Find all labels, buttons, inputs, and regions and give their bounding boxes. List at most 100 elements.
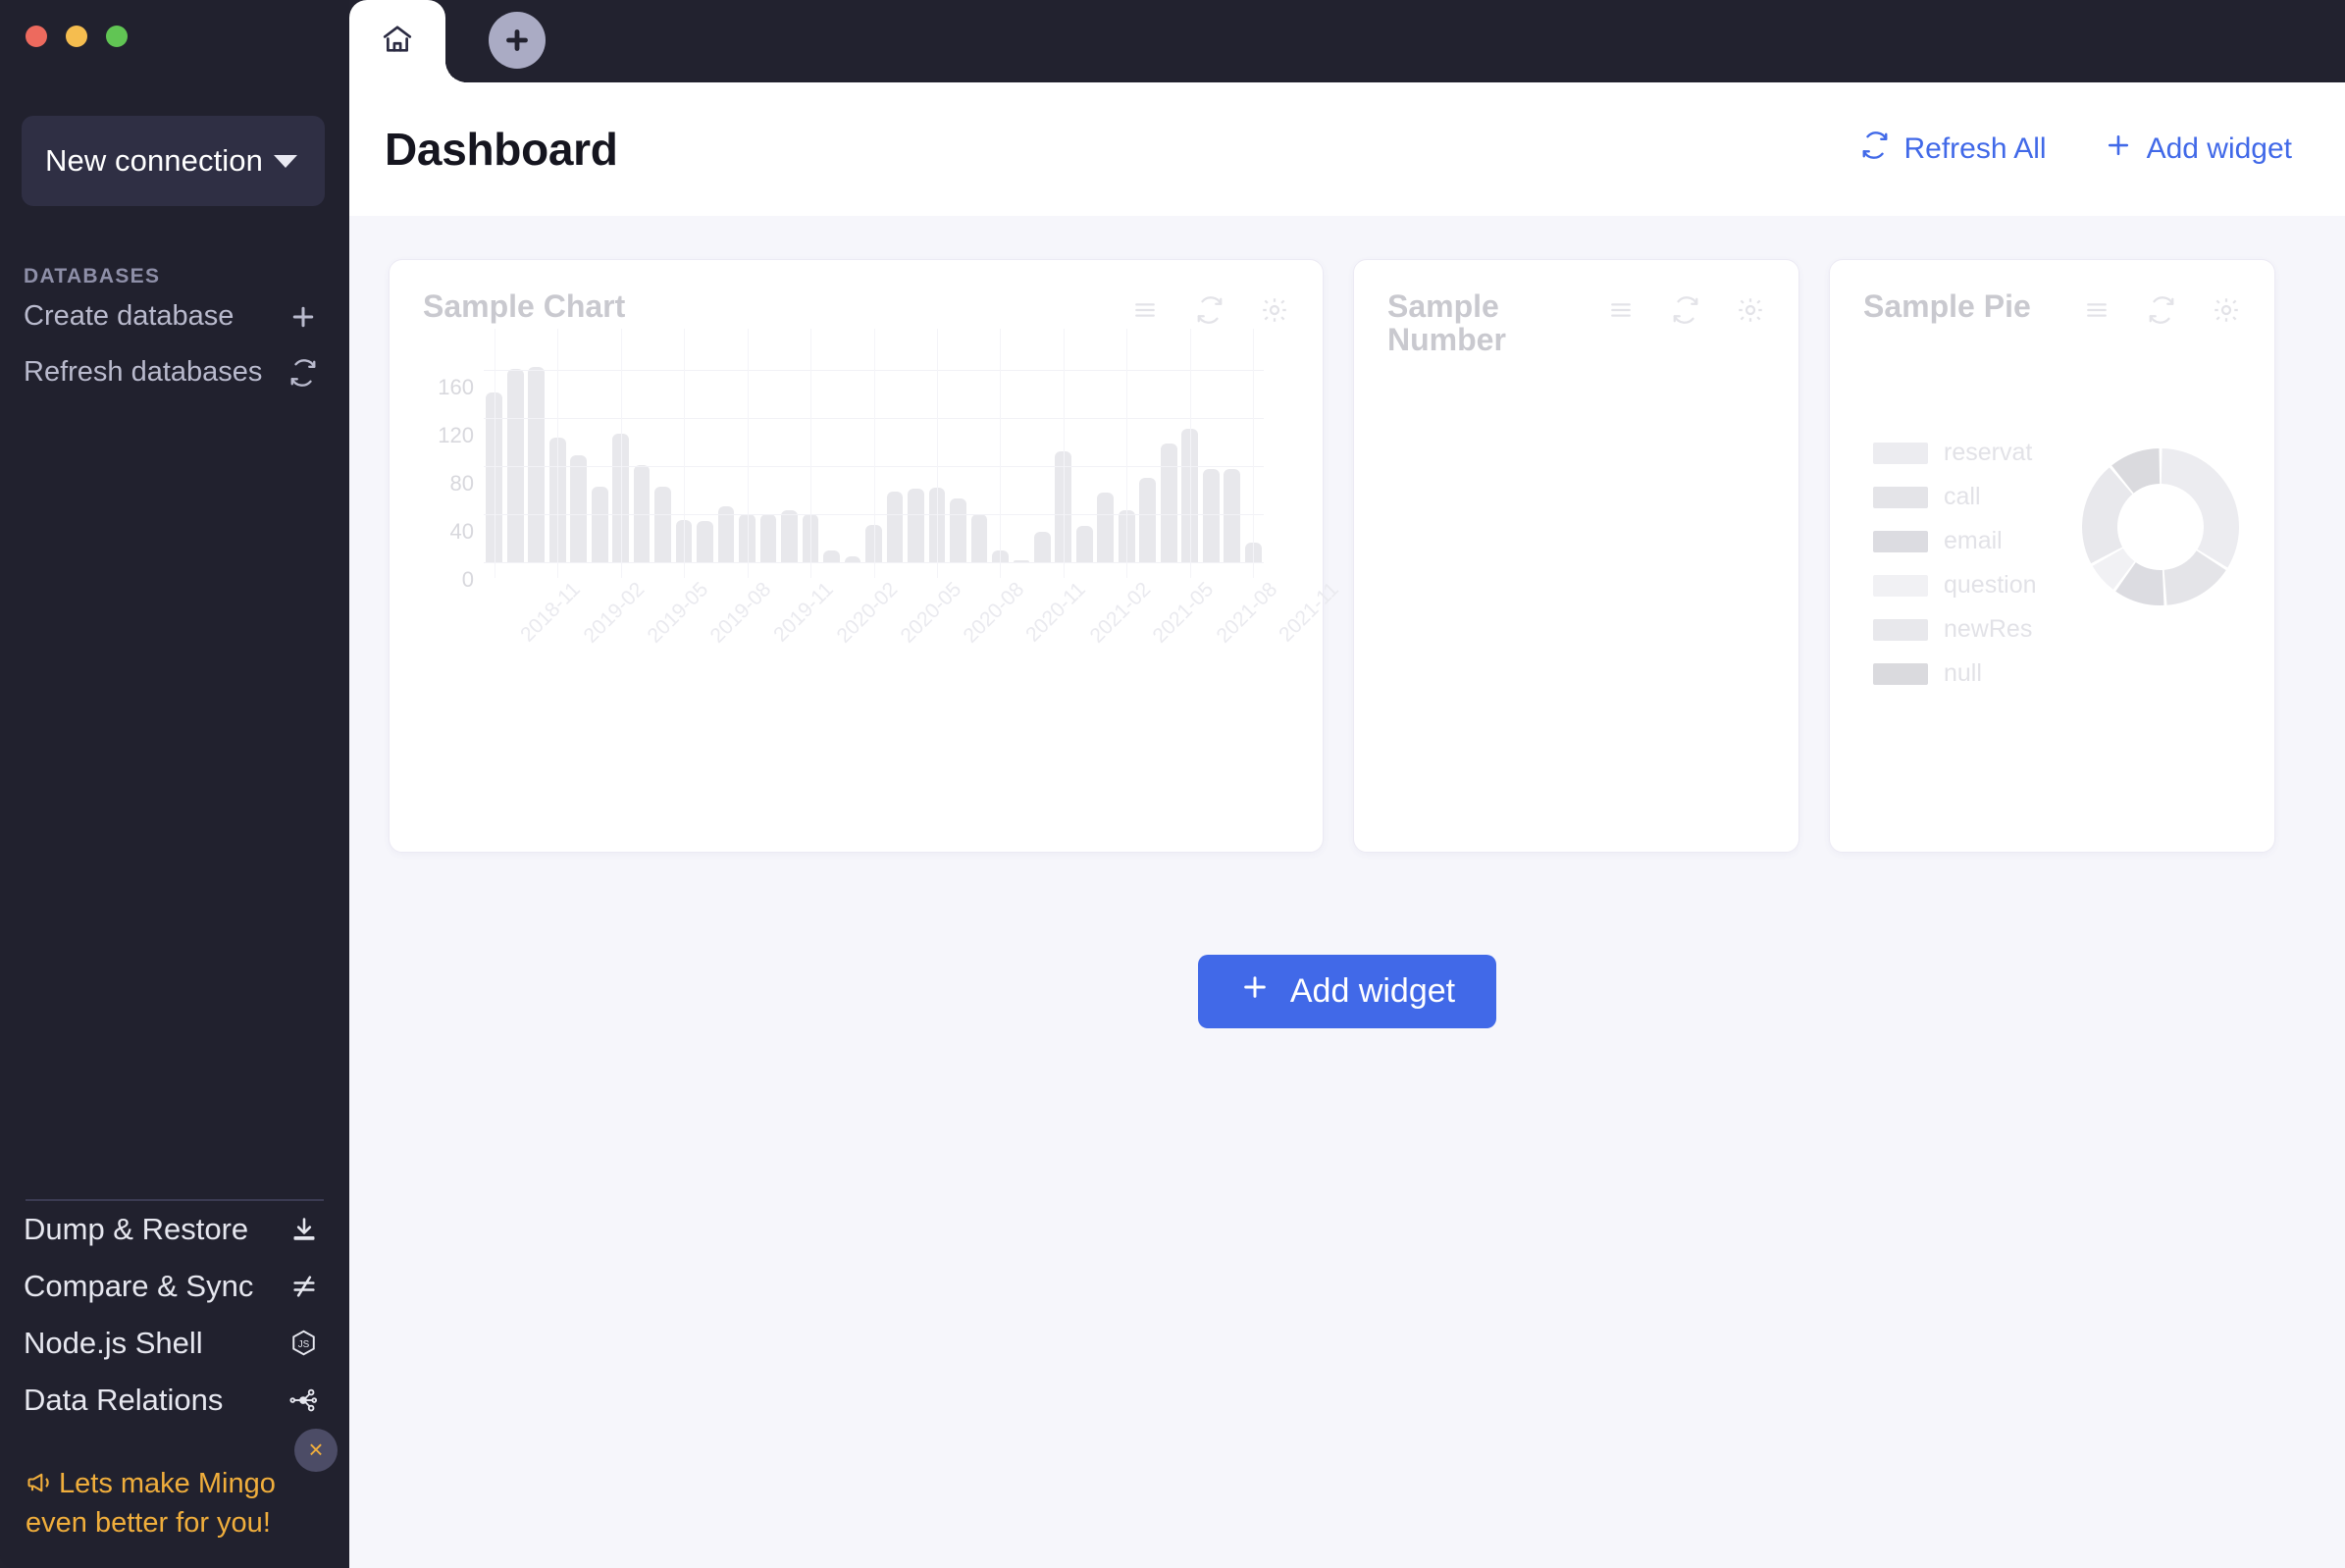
widget-actions (2082, 295, 2241, 325)
gear-icon[interactable] (2212, 295, 2241, 325)
sidebar-item-create-database[interactable]: Create database (0, 288, 349, 344)
x-gridline (1253, 329, 1255, 578)
bar[interactable] (950, 498, 966, 562)
x-tick-label: 2019-05 (643, 578, 712, 648)
widget-sample-pie[interactable]: Sample Pie reservat call email question … (1829, 259, 2275, 853)
add-widget-button-label: Add widget (1289, 972, 1456, 1010)
bar[interactable] (1224, 468, 1241, 562)
widget-actions (1606, 295, 1765, 325)
relations-icon (288, 1385, 318, 1415)
add-widget-header-button[interactable]: Add widget (2104, 131, 2292, 168)
x-tick-label: 2019-11 (768, 578, 838, 647)
promo-line-1: Lets make Mingo (26, 1466, 320, 1505)
bar[interactable] (1033, 532, 1051, 562)
pie-slice[interactable] (2161, 448, 2239, 568)
pie-chart: reservat call email question newRes null (1863, 348, 2241, 770)
legend-label: question (1944, 571, 2037, 599)
x-tick-label: 2021-08 (1212, 578, 1282, 648)
refresh-icon[interactable] (1671, 295, 1700, 325)
bar[interactable] (1075, 526, 1093, 562)
widget-title: Sample Pie (1863, 288, 2031, 324)
legend-item[interactable]: newRes (1873, 615, 2037, 644)
y-tick-label: 120 (438, 423, 474, 448)
menu-icon[interactable] (1130, 295, 1160, 325)
plus-icon (1239, 971, 1271, 1012)
bar[interactable] (528, 366, 546, 562)
x-gridline (684, 329, 686, 578)
y-tick-label: 0 (461, 567, 474, 592)
x-tick-label: 2020-11 (1021, 578, 1091, 647)
add-widget-header-label: Add widget (2146, 132, 2292, 165)
content-pane: Dashboard Refresh All Add widget Sample … (349, 82, 2345, 1568)
dashboard-board: Sample Chart 0 40 80 120 160 2018-11 201… (349, 216, 2345, 1568)
bar[interactable] (1160, 443, 1177, 562)
legend-swatch (1873, 442, 1928, 464)
legend-item[interactable]: null (1873, 659, 2037, 688)
legend-swatch (1873, 530, 1928, 552)
new-connection-dropdown[interactable]: New connection (22, 116, 325, 206)
bar[interactable] (886, 491, 904, 562)
bar[interactable] (654, 486, 671, 562)
widget-sample-number[interactable]: Sample Number (1353, 259, 1799, 853)
sidebar-item-refresh-databases[interactable]: Refresh databases (0, 344, 349, 400)
y-tick-label: 40 (449, 519, 474, 545)
widget-sample-chart[interactable]: Sample Chart 0 40 80 120 160 2018-11 201… (389, 259, 1343, 853)
bar[interactable] (591, 486, 608, 562)
gear-icon[interactable] (1260, 295, 1289, 325)
menu-icon[interactable] (2082, 295, 2111, 325)
window-traffic-lights (0, 0, 349, 47)
close-icon[interactable]: × (294, 1428, 338, 1472)
home-icon (381, 23, 414, 61)
add-widget-button[interactable]: Add widget (1197, 955, 1497, 1028)
legend-swatch (1873, 486, 1928, 508)
legend-item[interactable]: email (1873, 527, 2037, 555)
plus-icon (288, 302, 318, 332)
minimize-window-button[interactable] (66, 26, 87, 47)
page-title: Dashboard (385, 124, 618, 175)
sidebar: New connection DATABASES Create database… (0, 0, 349, 1568)
data-relations-label: Data Relations (24, 1382, 224, 1417)
bar[interactable] (697, 521, 713, 562)
bar[interactable] (759, 514, 777, 562)
bar[interactable] (570, 455, 588, 562)
close-window-button[interactable] (26, 26, 47, 47)
header-actions: Refresh All Add widget (1860, 131, 2292, 168)
legend-item[interactable]: call (1873, 483, 2037, 511)
refresh-icon[interactable] (1195, 295, 1225, 325)
y-tick-label: 160 (438, 375, 474, 400)
chevron-down-icon (274, 154, 297, 168)
bar[interactable] (970, 514, 988, 562)
create-database-label: Create database (24, 300, 234, 332)
widget-actions (1130, 295, 1289, 325)
refresh-icon[interactable] (2147, 295, 2176, 325)
bar[interactable] (1202, 468, 1220, 562)
refresh-all-button[interactable]: Refresh All (1860, 131, 2047, 168)
plus-circle-icon[interactable] (489, 12, 546, 69)
x-gridline (1063, 329, 1065, 578)
bar[interactable] (1097, 493, 1115, 562)
x-gridline (1126, 329, 1128, 578)
legend-item[interactable]: question (1873, 571, 2037, 600)
bar[interactable] (823, 549, 840, 562)
bar[interactable] (781, 510, 798, 562)
bar[interactable] (1139, 478, 1157, 562)
not-equal-icon (290, 1273, 318, 1300)
x-tick-label: 2021-11 (1275, 578, 1344, 647)
sidebar-item-dump-restore[interactable]: Dump & Restore (0, 1201, 349, 1258)
sidebar-item-data-relations[interactable]: Data Relations (0, 1372, 349, 1429)
add-widget-footer: Add widget (389, 955, 2306, 1028)
legend-label: email (1944, 527, 2003, 554)
legend-item[interactable]: reservat (1873, 439, 2037, 467)
bar[interactable] (908, 489, 924, 562)
sidebar-item-nodejs-shell[interactable]: Node.js Shell JS (0, 1315, 349, 1372)
menu-icon[interactable] (1606, 295, 1636, 325)
sidebar-item-compare-sync[interactable]: Compare & Sync (0, 1258, 349, 1315)
zoom-window-button[interactable] (106, 26, 128, 47)
gear-icon[interactable] (1736, 295, 1765, 325)
tab-home[interactable] (349, 0, 445, 82)
x-tick-label: 2019-08 (705, 578, 776, 648)
x-tick-label: 2021-05 (1148, 578, 1219, 648)
x-axis: 2018-11 2019-02 2019-05 2019-08 2019-11 2020-… (484, 572, 1343, 690)
refresh-all-label: Refresh All (1903, 132, 2047, 165)
